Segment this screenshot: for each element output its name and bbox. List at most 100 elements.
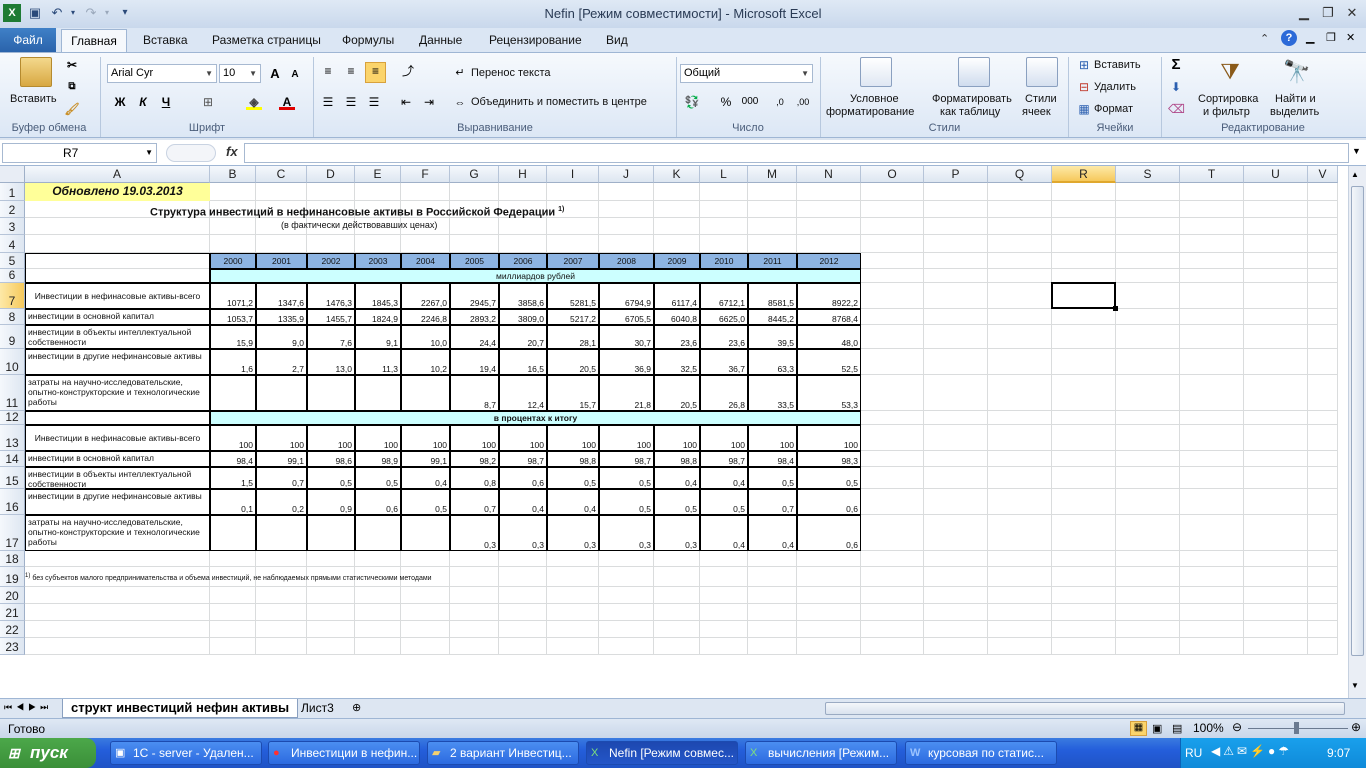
row-header-14[interactable]: 14 [0, 451, 25, 467]
tab-view[interactable]: Вид [602, 30, 632, 52]
value-cell[interactable]: 0,3 [547, 515, 599, 551]
value-cell[interactable]: 0,5 [401, 489, 450, 515]
formula-input[interactable] [244, 143, 1349, 163]
value-cell[interactable]: 15,7 [547, 375, 599, 411]
language-indicator[interactable]: RU [1185, 746, 1202, 760]
value-cell[interactable]: 1845,3 [355, 283, 401, 309]
value-cell[interactable]: 0,5 [355, 467, 401, 489]
value-cell[interactable]: 9,1 [355, 325, 401, 349]
tab-page-layout[interactable]: Разметка страницы [208, 30, 325, 52]
autosum-icon[interactable]: Σ [1168, 57, 1184, 73]
zoom-level[interactable]: 100% [1193, 721, 1224, 735]
section-percent[interactable]: в процентах к итогу [210, 411, 861, 425]
value-cell[interactable]: 98,7 [700, 451, 748, 467]
sheet-tab-2[interactable]: Лист3 [296, 700, 339, 718]
value-cell[interactable]: 0,5 [748, 467, 797, 489]
column-header-o[interactable]: O [861, 166, 924, 183]
workbook-minimize-icon[interactable]: ▁ [1306, 31, 1314, 44]
value-cell[interactable]: 0,4 [748, 515, 797, 551]
tab-insert[interactable]: Вставка [139, 30, 192, 52]
insert-sheet-icon[interactable]: ⊕ [352, 701, 361, 714]
page-break-view-icon[interactable]: ▤ [1172, 722, 1182, 735]
year-header-2004[interactable]: 2004 [401, 253, 450, 269]
row-label[interactable]: инвестиции в основной капитал [25, 309, 210, 325]
thousands-icon[interactable]: 000 [740, 94, 760, 110]
cell-styles-label-2[interactable]: ячеек [1022, 106, 1051, 118]
sort-filter-label-1[interactable]: Сортировка [1198, 93, 1258, 105]
value-cell[interactable]: 2,7 [256, 349, 307, 375]
value-cell[interactable]: 0,7 [450, 489, 499, 515]
wrap-text-button[interactable]: Перенос текста [471, 67, 551, 79]
currency-icon[interactable]: 💱 [684, 94, 700, 110]
value-cell[interactable]: 0,7 [256, 467, 307, 489]
value-cell[interactable]: 0,1 [210, 489, 256, 515]
value-cell[interactable]: 100 [599, 425, 654, 451]
taskbar-item-excel-nefin[interactable]: X Nefin [Режим совмес... [586, 741, 738, 765]
restore-icon[interactable]: ❐ [1317, 4, 1339, 22]
column-header-e[interactable]: E [355, 166, 401, 183]
value-cell[interactable]: 1071,2 [210, 283, 256, 309]
year-header-2005[interactable]: 2005 [450, 253, 499, 269]
value-cell[interactable]: 5281,5 [547, 283, 599, 309]
column-header-p[interactable]: P [924, 166, 988, 183]
row-label[interactable]: затраты на научно-исследовательские, опы… [25, 515, 210, 551]
conditional-format-label-2[interactable]: форматирование [826, 106, 914, 118]
value-cell[interactable] [256, 375, 307, 411]
value-cell[interactable]: 98,4 [210, 451, 256, 467]
value-cell[interactable]: 100 [450, 425, 499, 451]
taskbar-item-excel-calc[interactable]: Xвычисления [Режим... [745, 741, 897, 765]
value-cell[interactable]: 0,3 [450, 515, 499, 551]
value-cell[interactable]: 6625,0 [700, 309, 748, 325]
row-header-7[interactable]: 7 [0, 283, 25, 309]
paste-icon[interactable] [20, 57, 52, 87]
value-cell[interactable]: 98,3 [797, 451, 861, 467]
row-header-3[interactable]: 3 [0, 218, 25, 235]
value-cell[interactable]: 0,5 [599, 489, 654, 515]
value-cell[interactable]: 2945,7 [450, 283, 499, 309]
value-cell[interactable]: 100 [748, 425, 797, 451]
value-cell[interactable]: 1,6 [210, 349, 256, 375]
value-cell[interactable]: 3809,0 [499, 309, 547, 325]
value-cell[interactable] [401, 515, 450, 551]
zoom-slider-thumb[interactable] [1294, 722, 1299, 734]
value-cell[interactable]: 0,6 [797, 515, 861, 551]
section2-label-cell[interactable] [25, 411, 210, 425]
decrease-indent-icon[interactable]: ⇤ [398, 94, 414, 110]
row-label[interactable]: инвестиции в объекты интеллектуальной со… [25, 325, 210, 349]
format-as-table-label-1[interactable]: Форматировать [932, 93, 1012, 105]
taskbar-item-word[interactable]: Wкурсовая по статис... [905, 741, 1057, 765]
column-header-k[interactable]: K [654, 166, 700, 183]
value-cell[interactable]: 63,3 [748, 349, 797, 375]
align-left-icon[interactable]: ☰ [320, 94, 336, 110]
row-header-10[interactable]: 10 [0, 349, 25, 375]
value-cell[interactable]: 1335,9 [256, 309, 307, 325]
fill-handle[interactable] [1113, 306, 1118, 311]
value-cell[interactable]: 0,5 [700, 489, 748, 515]
value-cell[interactable] [401, 375, 450, 411]
find-select-label-1[interactable]: Найти и [1275, 93, 1316, 105]
value-cell[interactable]: 98,4 [748, 451, 797, 467]
year-header-2010[interactable]: 2010 [700, 253, 748, 269]
row-header-21[interactable]: 21 [0, 604, 25, 621]
row-header-1[interactable]: 1 [0, 183, 25, 201]
value-cell[interactable]: 15,9 [210, 325, 256, 349]
footnote[interactable]: 1) без субъектов малого предпринимательст… [25, 571, 725, 591]
tab-home[interactable]: Главная [61, 29, 127, 53]
copy-icon[interactable]: ⧉ [64, 79, 80, 95]
value-cell[interactable]: 100 [654, 425, 700, 451]
value-cell[interactable]: 7,6 [307, 325, 355, 349]
value-cell[interactable]: 99,1 [256, 451, 307, 467]
value-cell[interactable]: 0,4 [700, 467, 748, 489]
tab-data[interactable]: Данные [415, 30, 466, 52]
font-name-combo[interactable]: Arial Cyr ▼ [107, 64, 217, 83]
taskbar-item-folder[interactable]: ▰ 2 вариант Инвестиц... [427, 741, 579, 765]
row-header-11[interactable]: 11 [0, 375, 25, 411]
value-cell[interactable]: 1347,6 [256, 283, 307, 309]
value-cell[interactable]: 98,7 [599, 451, 654, 467]
row-header-6[interactable]: 6 [0, 268, 25, 283]
value-cell[interactable]: 8581,5 [748, 283, 797, 309]
value-cell[interactable]: 0,4 [499, 489, 547, 515]
increase-decimal-icon[interactable]: ,0 [772, 94, 788, 110]
column-header-v[interactable]: V [1308, 166, 1338, 183]
format-painter-icon[interactable]: 🖌 [64, 101, 80, 117]
